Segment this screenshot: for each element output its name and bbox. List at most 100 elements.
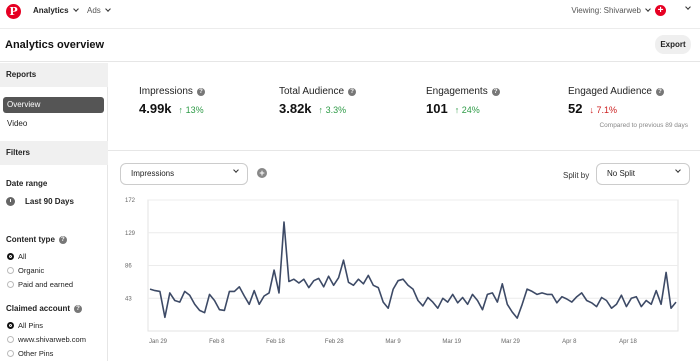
metric-select[interactable]: Impressions	[120, 163, 248, 185]
x-tick-label: Apr 18	[619, 339, 637, 345]
add-metric-plus-icon[interactable]: +	[257, 168, 267, 178]
metric-select-value: Impressions	[131, 169, 175, 178]
y-tick-label: 86	[125, 264, 132, 270]
radio-icon	[7, 281, 14, 288]
metric-delta-value: 7.1%	[596, 105, 617, 115]
metric-delta: ↑ 13%	[179, 105, 204, 115]
metric-label: Total Audience	[279, 86, 345, 97]
title-row: Analytics overview Export	[0, 28, 700, 62]
help-icon[interactable]: ?	[348, 87, 357, 96]
chevron-down-icon	[675, 167, 681, 173]
claimed-account-label-text: Claimed account	[6, 304, 71, 313]
chevron-down-icon	[233, 167, 239, 173]
metric-delta-value: 24%	[461, 105, 480, 115]
x-tick-label: Mar 19	[442, 339, 461, 345]
radio-icon	[7, 350, 14, 357]
x-tick-label: Mar 9	[385, 339, 401, 345]
x-tick-label: Feb 8	[209, 339, 225, 345]
x-tick-label: Mar 29	[501, 339, 520, 345]
arrow-up-icon: ↑	[454, 105, 462, 115]
nav-analytics-menu[interactable]: Analytics	[33, 6, 79, 15]
metric-value: 4.99k	[139, 101, 172, 116]
filters-heading: Filters	[0, 141, 108, 165]
radio-icon	[7, 336, 14, 343]
content-type-label: Content type ?	[6, 235, 67, 244]
split-select[interactable]: No Split	[596, 163, 690, 185]
y-tick-label: 172	[125, 198, 136, 204]
date-range-value: Last 90 Days	[25, 197, 74, 206]
radio-label: www.shivarweb.com	[18, 335, 86, 344]
split-select-value: No Split	[607, 169, 636, 178]
sidebar-item-overview[interactable]: Overview	[3, 97, 104, 113]
top-bar: P Analytics Ads Viewing: Shivarweb +	[0, 0, 700, 24]
export-button[interactable]: Export	[655, 35, 691, 54]
content-type-paid-radio[interactable]: Paid and earned	[7, 280, 73, 289]
metric-delta-value: 13%	[185, 105, 204, 115]
reports-heading: Reports	[0, 63, 108, 87]
radio-label: All	[18, 252, 27, 261]
content-type-all-radio[interactable]: All	[7, 252, 26, 261]
claimed-site-radio[interactable]: www.shivarweb.com	[7, 335, 86, 344]
metric-value: 101	[426, 101, 448, 116]
content-type-label-text: Content type	[6, 235, 55, 244]
metric-delta: ↓ 7.1%	[589, 105, 617, 115]
radio-selected-icon	[7, 253, 14, 260]
metric-label: Engagements	[426, 86, 488, 97]
content-type-organic-radio[interactable]: Organic	[7, 266, 44, 275]
impressions-series-line	[149, 221, 677, 319]
arrow-up-icon: ↑	[318, 105, 326, 115]
radio-selected-icon	[7, 322, 14, 329]
sidebar: Reports Overview Video Filters Date rang…	[0, 63, 108, 361]
metric-label: Impressions	[139, 86, 193, 97]
metric-value: 3.82k	[279, 101, 312, 116]
split-by-label: Split by	[563, 171, 590, 180]
claimed-account-label: Claimed account ?	[6, 304, 83, 313]
date-range-selector[interactable]: Last 90 Days	[6, 197, 74, 206]
nav-analytics-label: Analytics	[33, 6, 69, 15]
radio-label: Other Pins	[18, 349, 54, 358]
metric-value: 52	[568, 101, 583, 116]
line-chart: 43 86 129 172 Jan 29 Feb 8 Feb 18 Feb 28 Mar 9 Ma…	[125, 198, 679, 345]
page-title: Analytics overview	[5, 39, 105, 51]
sidebar-item-video[interactable]: Video	[3, 116, 104, 132]
nav-ads-menu[interactable]: Ads	[87, 6, 111, 15]
x-tick-label: Apr 8	[562, 339, 577, 345]
x-tick-label: Feb 28	[325, 339, 344, 345]
date-range-label: Date range	[6, 179, 47, 188]
help-icon[interactable]: ?	[655, 87, 664, 96]
impressions-chart: 43 86 129 172 Jan 29 Feb 8 Feb 18 Feb 28 Mar 9 Ma…	[118, 194, 688, 347]
radio-label: Paid and earned	[18, 280, 74, 289]
divider	[108, 150, 700, 151]
help-icon[interactable]: ?	[196, 87, 205, 96]
metric-delta: ↑ 24%	[455, 105, 480, 115]
y-tick-label: 129	[125, 231, 136, 237]
claimed-all-pins-radio[interactable]: All Pins	[7, 321, 43, 330]
x-tick-label: Jan 29	[149, 339, 168, 345]
x-tick-label: Feb 18	[266, 339, 285, 345]
metric-total-audience: Total Audience? 3.82k ↑ 3.3%	[279, 86, 357, 116]
help-icon[interactable]: ?	[58, 235, 67, 244]
help-icon[interactable]: ?	[491, 87, 500, 96]
help-icon[interactable]: ?	[74, 304, 83, 313]
chevron-down-icon	[645, 6, 651, 12]
chevron-down-icon	[104, 6, 111, 12]
create-plus-icon[interactable]: +	[655, 5, 666, 16]
radio-icon	[7, 267, 14, 274]
claimed-other-radio[interactable]: Other Pins	[7, 349, 53, 358]
radio-label: Organic	[18, 266, 45, 275]
date-range-label-text: Date range	[6, 179, 48, 188]
arrow-up-icon: ↑	[178, 105, 186, 115]
metric-delta-value: 3.3%	[325, 105, 347, 115]
nav-ads-label: Ads	[87, 6, 101, 15]
comparison-note: Compared to previous 89 days	[599, 122, 688, 129]
clock-icon	[6, 197, 15, 206]
chevron-down-icon	[72, 6, 79, 12]
y-tick-label: 43	[125, 296, 132, 302]
chevron-down-icon[interactable]	[685, 4, 691, 10]
pinterest-logo-icon[interactable]: P	[6, 4, 21, 19]
account-switcher[interactable]: Viewing: Shivarweb	[571, 6, 651, 15]
metric-delta: ↑ 3.3%	[319, 105, 347, 115]
metric-engagements: Engagements? 101 ↑ 24%	[426, 86, 500, 116]
metric-label: Engaged Audience	[568, 86, 652, 97]
radio-label: All Pins	[18, 321, 44, 330]
